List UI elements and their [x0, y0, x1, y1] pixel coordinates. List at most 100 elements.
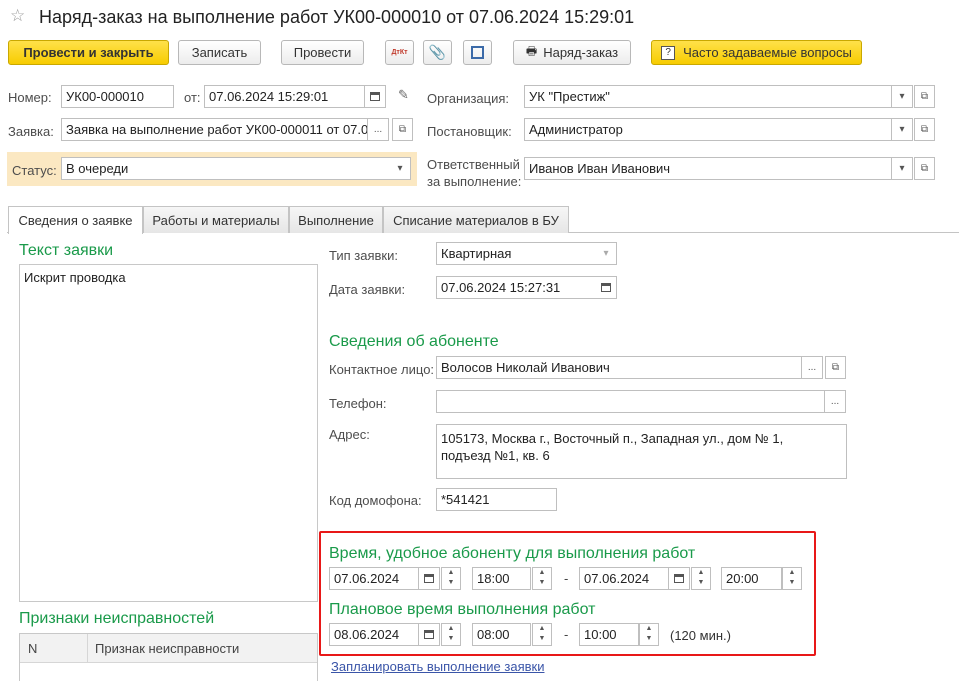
request-open-button[interactable]: ⧉	[392, 118, 413, 141]
tab-execution[interactable]: Выполнение	[289, 206, 383, 233]
status-dropdown-button[interactable]: ▾	[390, 157, 411, 180]
date-calendar-button[interactable]	[365, 85, 386, 108]
faults-table-header: N Признак неисправности	[20, 634, 317, 663]
planned-date-stepper[interactable]: ▲ ▼	[441, 623, 461, 646]
responsible-field[interactable]: Иванов Иван Иванович	[524, 157, 892, 180]
chevron-down-icon: ▾	[603, 248, 609, 259]
post-and-close-button[interactable]: Провести и закрыть	[8, 40, 169, 65]
request-field[interactable]: Заявка на выполнение работ УК00-000011 о…	[61, 118, 368, 141]
phone-label: Телефон:	[329, 396, 387, 411]
tab-materials-writeoff[interactable]: Списание материалов в БУ	[383, 206, 569, 233]
calendar-icon	[674, 574, 684, 583]
planned-from-time-field[interactable]: 08:00	[472, 623, 531, 646]
save-button[interactable]: Записать	[178, 40, 261, 65]
attachment-button[interactable]: 📎	[423, 40, 452, 65]
convenient-from-time-field[interactable]: 18:00	[472, 567, 531, 590]
calendar-icon	[370, 92, 380, 101]
contact-label: Контактное лицо:	[329, 362, 435, 377]
organization-open-button[interactable]: ⧉	[914, 85, 935, 108]
director-open-button[interactable]: ⧉	[914, 118, 935, 141]
request-dots-button[interactable]: ...	[368, 118, 389, 141]
request-type-field[interactable]: Квартирная	[436, 242, 597, 265]
planned-to-time-stepper[interactable]: ▲ ▼	[639, 623, 659, 646]
convenient-to-date-field[interactable]: 07.06.2024	[579, 567, 669, 590]
faq-button[interactable]: ? Часто задаваемые вопросы	[651, 40, 862, 65]
open-icon: ⧉	[831, 362, 840, 373]
tab-request-info[interactable]: Сведения о заявке	[8, 206, 143, 234]
paperclip-icon: 📎	[428, 44, 447, 60]
printer-icon: 🖶	[525, 44, 538, 58]
date-field[interactable]: 07.06.2024 15:29:01	[204, 85, 365, 108]
address-line-1: 105173, Москва г., Восточный п., Западна…	[441, 431, 784, 446]
column-header-n[interactable]: N	[28, 641, 37, 656]
print-order-button[interactable]: 🖶 Наряд-заказ	[513, 40, 631, 65]
convenient-to-date-stepper[interactable]: ▲ ▼	[691, 567, 711, 590]
director-dropdown-button[interactable]: ▾	[892, 118, 913, 141]
open-icon: ⧉	[398, 124, 407, 135]
planned-duration: (120 мин.)	[670, 628, 731, 643]
request-label: Заявка:	[8, 124, 54, 139]
request-type-dropdown-button[interactable]: ▾	[596, 242, 617, 265]
tab-works-materials[interactable]: Работы и материалы	[143, 206, 289, 233]
post-button[interactable]: Провести	[281, 40, 364, 65]
calendar-icon	[424, 574, 434, 583]
planned-time-separator: -	[564, 627, 569, 642]
contact-open-button[interactable]: ⧉	[825, 356, 846, 379]
faq-label: Часто задаваемые вопросы	[683, 45, 852, 60]
convenient-from-date-calendar-button[interactable]	[419, 567, 440, 590]
request-text-value: Искрит проводка	[24, 270, 126, 285]
address-field[interactable]: 105173, Москва г., Восточный п., Западна…	[436, 424, 847, 479]
intercom-field[interactable]: *541421	[436, 488, 557, 511]
request-type-label: Тип заявки:	[329, 248, 398, 263]
director-field[interactable]: Администратор	[524, 118, 892, 141]
phone-dots-button[interactable]: ...	[825, 390, 846, 413]
contact-field[interactable]: Волосов Николай Иванович	[436, 356, 802, 379]
print-order-label: Наряд-заказ	[543, 45, 619, 60]
responsible-open-button[interactable]: ⧉	[914, 157, 935, 180]
phone-field[interactable]	[436, 390, 825, 413]
dtkt-report-button[interactable]: ДтКт	[385, 40, 414, 65]
faults-table[interactable]: N Признак неисправности	[19, 633, 318, 681]
convenient-time-separator: -	[564, 571, 569, 586]
question-icon: ?	[661, 45, 676, 60]
planned-to-time-field[interactable]: 10:00	[579, 623, 639, 646]
convenient-to-date-calendar-button[interactable]	[669, 567, 690, 590]
open-icon: ⧉	[920, 163, 929, 174]
date-label: от:	[184, 90, 201, 105]
request-text-area[interactable]: Искрит проводка	[19, 264, 318, 602]
planned-date-calendar-button[interactable]	[419, 623, 440, 646]
ellipsis-icon: ...	[830, 396, 840, 407]
window-title: Наряд-заказ на выполнение работ УК00-000…	[39, 7, 635, 27]
convenient-from-date-field[interactable]: 07.06.2024	[329, 567, 419, 590]
organization-field[interactable]: УК "Престиж"	[524, 85, 892, 108]
schedule-request-link[interactable]: Запланировать выполнение заявки	[331, 659, 544, 674]
status-select[interactable]: В очереди	[61, 157, 391, 180]
subscriber-heading: Сведения об абоненте	[329, 333, 499, 350]
request-date-calendar-button[interactable]	[596, 276, 617, 299]
request-date-label: Дата заявки:	[329, 282, 406, 297]
planned-time-heading: Плановое время выполнения работ	[329, 601, 596, 618]
open-icon: ⧉	[920, 124, 929, 135]
convenient-to-time-stepper[interactable]: ▲ ▼	[782, 567, 802, 590]
column-header-fault[interactable]: Признак неисправности	[95, 641, 239, 656]
ellipsis-icon: ...	[373, 124, 383, 135]
organization-dropdown-button[interactable]: ▾	[892, 85, 913, 108]
request-date-field[interactable]: 07.06.2024 15:27:31	[436, 276, 597, 299]
calendar-icon	[601, 283, 611, 292]
convenient-to-time-field[interactable]: 20:00	[721, 567, 782, 590]
responsible-dropdown-button[interactable]: ▾	[892, 157, 913, 180]
planned-date-field[interactable]: 08.06.2024	[329, 623, 419, 646]
planned-from-time-stepper[interactable]: ▲ ▼	[532, 623, 552, 646]
director-label: Постановщик:	[427, 124, 512, 139]
chevron-down-icon: ▾	[899, 91, 905, 102]
convenient-from-time-stepper[interactable]: ▲ ▼	[532, 567, 552, 590]
number-field[interactable]: УК00-000010	[61, 85, 174, 108]
favorite-star-icon[interactable]: ☆	[10, 6, 25, 26]
structure-button[interactable]	[463, 40, 492, 65]
convenient-from-date-stepper[interactable]: ▲ ▼	[441, 567, 461, 590]
address-label: Адрес:	[329, 427, 370, 442]
hierarchy-icon	[471, 46, 484, 59]
edit-number-icon[interactable]: ✎	[398, 87, 409, 103]
open-icon: ⧉	[920, 91, 929, 102]
contact-dots-button[interactable]: ...	[802, 356, 823, 379]
